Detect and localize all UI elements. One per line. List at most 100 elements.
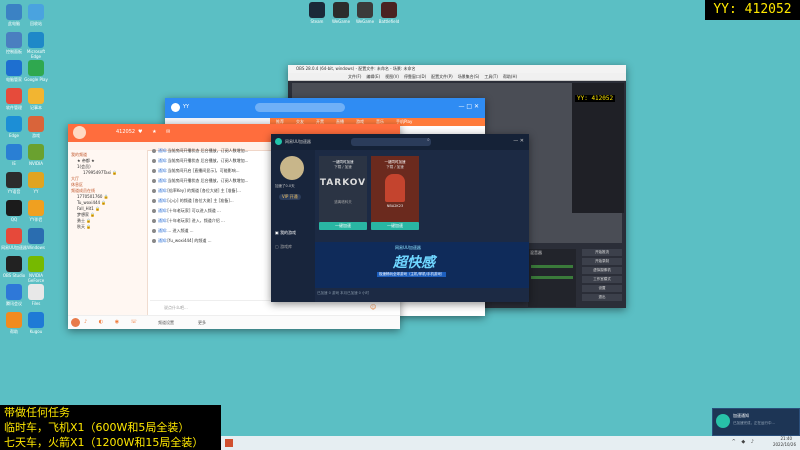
overlay-line-2: 临时车，飞机X1（600W和5局全装） bbox=[0, 420, 221, 435]
card-1-accelerate-button[interactable]: 一键加速 bbox=[319, 222, 367, 230]
obs-control-button[interactable]: 开始推流 bbox=[582, 249, 622, 256]
uu-user-name: 加速了0.0天 bbox=[275, 184, 295, 188]
uu-avatar[interactable] bbox=[280, 156, 304, 180]
uu-nav-my-games[interactable]: ▣ 我的游戏 bbox=[275, 230, 296, 236]
obs-menu-item[interactable]: 视图(V) bbox=[385, 74, 399, 79]
message-text: 当前房间开播状态 后台播放，订阅人数增加... bbox=[167, 148, 249, 153]
channel-tree[interactable]: 我的频道 ★ 帝都 ★ 1(会员) 17995497Taxi 🔒 大厅 休息区 频道成员在线… bbox=[68, 150, 148, 315]
wegame-icon bbox=[357, 2, 373, 18]
banner-brand: 网易UU加速器 bbox=[395, 245, 421, 250]
uu-title-bar: 网易UU加速器 ⌕ — ✕ bbox=[271, 134, 529, 150]
uu-search-input[interactable] bbox=[351, 138, 431, 146]
notification-icon bbox=[716, 414, 730, 428]
obs-menu-item[interactable]: 场景集合(S) bbox=[458, 74, 480, 79]
message-sender[interactable]: 通知: bbox=[158, 238, 167, 243]
card-1-art: TARKOV bbox=[319, 178, 367, 188]
desktop-icon[interactable]: NVIDIA bbox=[22, 144, 50, 166]
avatar[interactable] bbox=[73, 126, 86, 139]
message-sender[interactable]: 通知: bbox=[158, 148, 167, 153]
obs-menu-item[interactable]: 工具(T) bbox=[484, 74, 498, 79]
obs-menu-item[interactable]: 配置文件(P) bbox=[431, 74, 453, 79]
message-text: 当前房间开播状态 后台播放，订阅人数增加... bbox=[167, 178, 249, 183]
overlay-line-3: 七天车，火箭X1（1200W和15局全装） bbox=[0, 435, 221, 450]
obs-control-button[interactable]: 开始录制 bbox=[582, 258, 622, 265]
desktop-icon[interactable]: YY伴侣 bbox=[22, 200, 50, 222]
bottom-icons[interactable]: ♪ ◐ ◉ ☏ bbox=[84, 319, 142, 325]
desktop-icon-label: 游戏 bbox=[32, 133, 40, 138]
uu-sidebar: 加速了0.0天 VIP 开通 ▣ 我的游戏 ▢ 游戏库 bbox=[271, 150, 315, 302]
uu-vip[interactable]: VIP 开通 bbox=[279, 194, 301, 200]
obs-control-button[interactable]: 退出 bbox=[582, 294, 622, 301]
desktop-icon-label: NVIDIA GeForce bbox=[27, 273, 45, 283]
message-text: ... 进入频道 ... bbox=[167, 228, 194, 233]
taskbar-app-icon[interactable] bbox=[225, 439, 233, 447]
desktop-icon[interactable]: Files bbox=[22, 284, 50, 306]
message-text: [心心] 的频道 [各位大佬] 主 [准备]... bbox=[167, 198, 234, 203]
obs-control-button[interactable]: 虚拟摄像机 bbox=[582, 267, 622, 274]
obs-menu-item[interactable]: 编辑(E) bbox=[366, 74, 380, 79]
desktop-icon-label: Files bbox=[31, 301, 41, 306]
card-2-accelerate-button[interactable]: 一键加速 bbox=[371, 222, 419, 230]
message-sender[interactable]: 通知: bbox=[158, 178, 167, 183]
uu-game-card-1[interactable]: 一键同时加速 下载 / 加速 TARKOV 逃离塔科夫 一键加速 bbox=[319, 156, 367, 230]
desktop-icon-label: NVIDIA bbox=[29, 161, 43, 166]
message-sender[interactable]: 通知: bbox=[158, 168, 167, 173]
desktop-icon[interactable]: Google Play bbox=[22, 60, 50, 82]
obs-control-button[interactable]: 工作室模式 bbox=[582, 276, 622, 283]
emoji-icon[interactable]: ☺ bbox=[370, 304, 376, 311]
edge-icon bbox=[28, 32, 44, 48]
yy-icon bbox=[6, 172, 22, 188]
message-avatar-icon bbox=[152, 229, 156, 233]
obs-control-button[interactable]: 设置 bbox=[582, 285, 622, 292]
message-text: 当前房间开启 [直播间显示]，可能影响... bbox=[167, 168, 240, 173]
help-icon bbox=[6, 312, 22, 328]
message-avatar-icon bbox=[152, 219, 156, 223]
header-icons[interactable]: ♥ ★ ✉ bbox=[138, 129, 174, 135]
bottom-tool-1[interactable]: 频道设置 bbox=[158, 320, 174, 326]
message-sender[interactable]: 通知: bbox=[158, 228, 167, 233]
desktop-icon[interactable]: Kugou bbox=[22, 312, 50, 334]
desktop-icon[interactable]: 游戏 bbox=[22, 116, 50, 138]
obs-menu-item[interactable]: 帮助(H) bbox=[503, 74, 517, 79]
obs-title: OBS 28.0.4 (64-bit, windows) - 配置文件: 未命名… bbox=[296, 66, 416, 71]
desktop-icon[interactable]: Microsoft Edge bbox=[22, 32, 50, 59]
message-sender[interactable]: 通知: bbox=[158, 198, 167, 203]
bottom-avatar[interactable] bbox=[71, 318, 80, 327]
obs-menu-item[interactable]: 停靠窗口(D) bbox=[404, 74, 426, 79]
message-sender[interactable]: 通知: bbox=[158, 188, 167, 193]
message-sender[interactable]: 通知: bbox=[158, 218, 167, 223]
card-2-subtitle: 下载 / 加速 bbox=[386, 165, 404, 169]
notification-toast[interactable]: 加速通知 已加速完成，正在运行中... bbox=[712, 408, 800, 436]
chat-input[interactable]: 说点什么吧... bbox=[164, 305, 188, 311]
desktop-icon[interactable]: YY bbox=[22, 172, 50, 194]
uu-game-card-2[interactable]: 一键同时加速 下载 / 加速 NBA2K23 一键加速 bbox=[371, 156, 419, 230]
desktop-icon-label: YY伴侣 bbox=[29, 217, 43, 222]
bottom-tool-2[interactable]: 更多 bbox=[198, 320, 206, 326]
message-sender[interactable]: 通知: bbox=[158, 208, 167, 213]
wegame-icon bbox=[333, 2, 349, 18]
uu-search-icon[interactable]: ⌕ bbox=[427, 137, 430, 143]
uu-banner[interactable]: 网易UU加速器 超快感 极速畅玩全球游戏（主机/掌机/手机游戏） bbox=[315, 242, 529, 288]
yy-search-input[interactable] bbox=[255, 103, 345, 112]
obs-menu-item[interactable]: 文件(F) bbox=[348, 74, 361, 79]
uu-window-controls[interactable]: — ✕ bbox=[513, 138, 524, 144]
uu-window[interactable]: 网易UU加速器 ⌕ — ✕ 加速了0.0天 VIP 开通 ▣ 我的游戏 ▢ 游戏… bbox=[271, 134, 529, 302]
yy-title: YY bbox=[183, 104, 190, 110]
obs-mixer-meter bbox=[531, 265, 573, 268]
message-sender[interactable]: 通知: bbox=[158, 158, 167, 163]
desktop-icon[interactable]: NVIDIA GeForce bbox=[22, 256, 50, 283]
desktop-icon[interactable]: Windows bbox=[22, 228, 50, 250]
channel-tree-item[interactable]: 秋天 🔒 bbox=[71, 224, 145, 230]
desktop-icon[interactable]: 回收站 bbox=[22, 4, 50, 26]
banner-subtitle: 极速畅玩全球游戏（主机/掌机/手机游戏） bbox=[377, 272, 447, 277]
obs-icon bbox=[6, 256, 22, 272]
desktop-icon[interactable]: 记事本 bbox=[22, 88, 50, 110]
uu-nav-library[interactable]: ▢ 游戏库 bbox=[275, 244, 292, 250]
yy-icon bbox=[28, 172, 44, 188]
shield-icon bbox=[6, 60, 22, 76]
yy-window-controls[interactable]: — □ ✕ bbox=[458, 103, 479, 110]
ie-icon bbox=[6, 144, 22, 160]
play-icon bbox=[28, 60, 44, 76]
desktop-icon[interactable]: Battlefield bbox=[375, 2, 403, 24]
desktop-icon-label: 回收站 bbox=[30, 21, 42, 26]
